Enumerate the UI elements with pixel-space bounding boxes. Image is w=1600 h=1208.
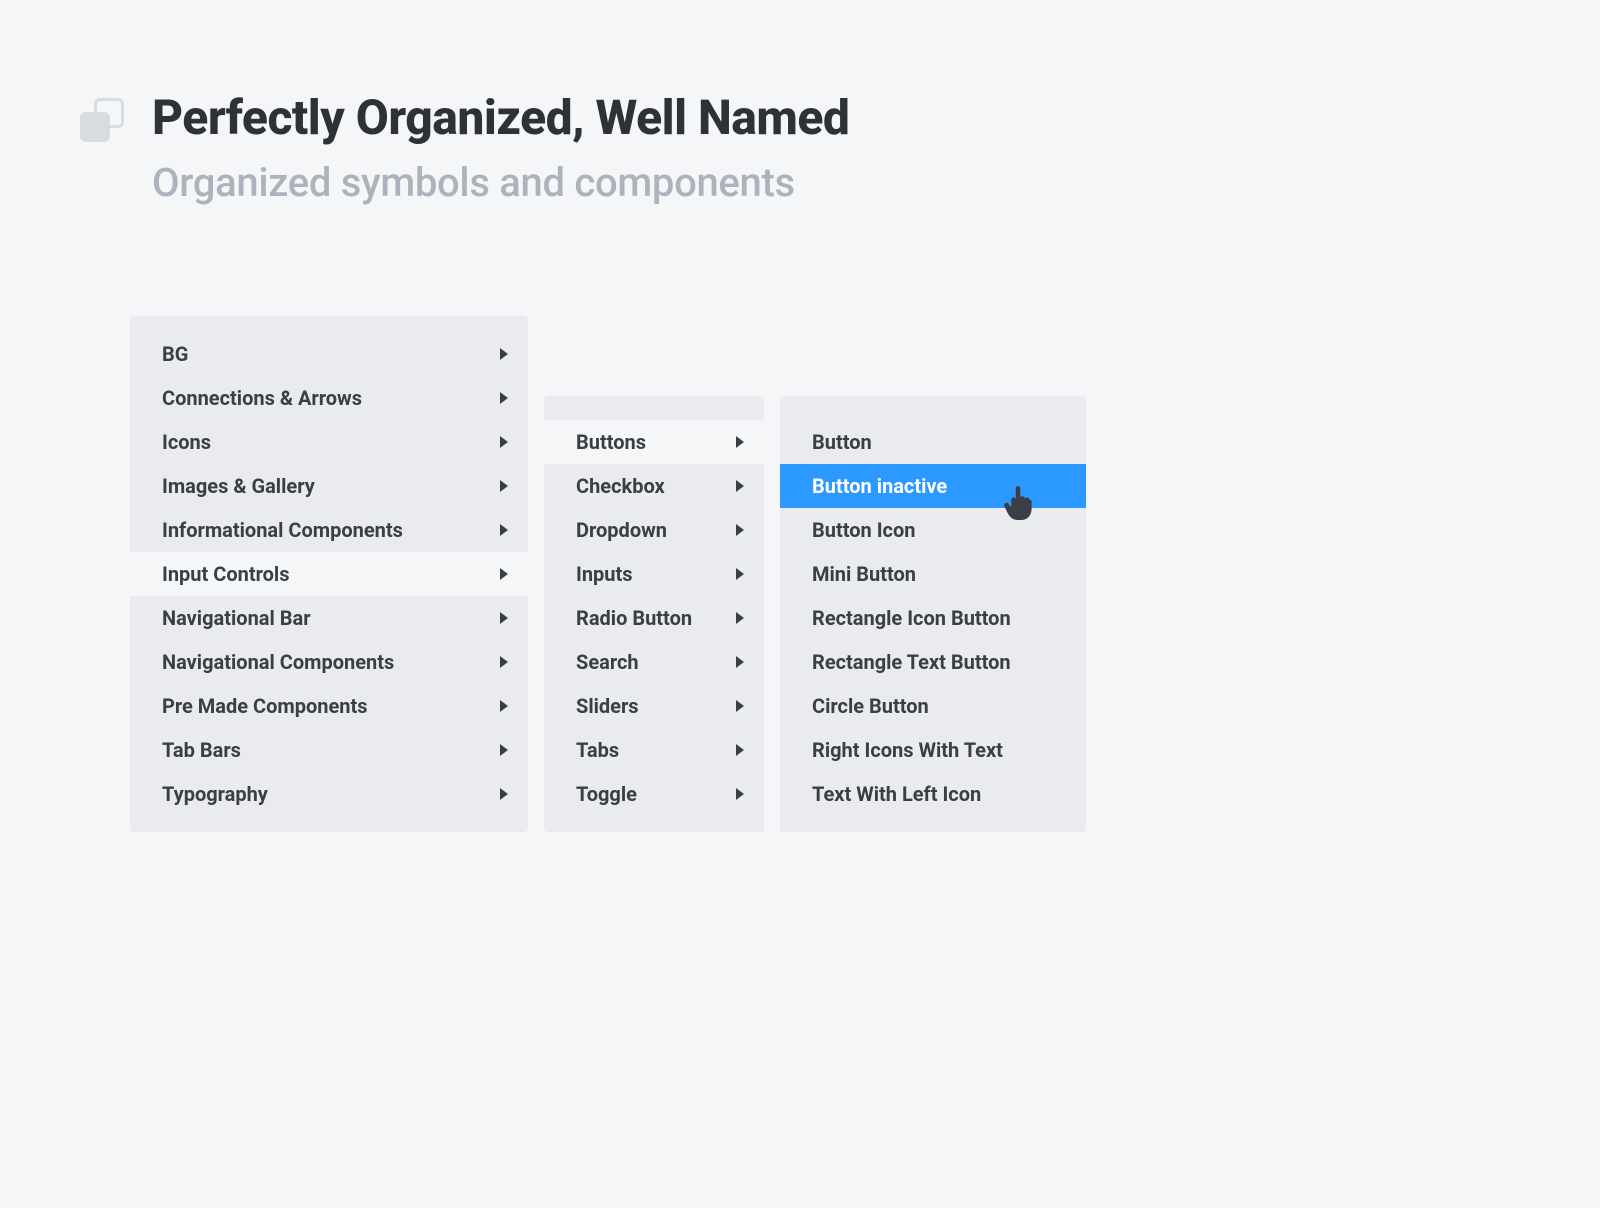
chevron-right-icon: [500, 480, 508, 492]
menu-item-label: Radio Button: [576, 606, 692, 630]
menu-item-label: Rectangle Icon Button: [812, 606, 1011, 630]
chevron-right-icon: [500, 656, 508, 668]
chevron-right-icon: [500, 524, 508, 536]
menu-item-button[interactable]: Button: [780, 420, 1086, 464]
menu-item-sliders[interactable]: Sliders: [544, 684, 764, 728]
menu-item-button-inactive[interactable]: Button inactive: [780, 464, 1086, 508]
menu-item-dropdown[interactable]: Dropdown: [544, 508, 764, 552]
menu-item-buttons[interactable]: Buttons: [544, 420, 764, 464]
chevron-right-icon: [736, 788, 744, 800]
menu-item-label: Text With Left Icon: [812, 782, 981, 806]
menu-item-label: Icons: [162, 430, 211, 454]
header-duplicate-icon: [80, 98, 124, 142]
menu-item-pre-made-components[interactable]: Pre Made Components: [130, 684, 528, 728]
menu-item-label: Circle Button: [812, 694, 929, 718]
menu-item-label: Search: [576, 650, 639, 674]
chevron-right-icon: [736, 700, 744, 712]
menu-item-label: Checkbox: [576, 474, 665, 498]
menu-item-right-icons-with-text[interactable]: Right Icons With Text: [780, 728, 1086, 772]
menu-item-label: Toggle: [576, 782, 637, 806]
menu-item-tabs[interactable]: Tabs: [544, 728, 764, 772]
menu-level-1: BG Connections & Arrows Icons Images & G…: [130, 316, 528, 832]
chevron-right-icon: [736, 744, 744, 756]
menu-item-label: Dropdown: [576, 518, 667, 542]
menu-item-label: Navigational Bar: [162, 606, 311, 630]
menu-item-input-controls[interactable]: Input Controls: [130, 552, 528, 596]
menu-item-label: Input Controls: [162, 562, 289, 586]
menu-item-circle-button[interactable]: Circle Button: [780, 684, 1086, 728]
chevron-right-icon: [736, 656, 744, 668]
menu-item-text-with-left-icon[interactable]: Text With Left Icon: [780, 772, 1086, 816]
menu-item-label: Pre Made Components: [162, 694, 368, 718]
chevron-right-icon: [500, 744, 508, 756]
menu-item-inputs[interactable]: Inputs: [544, 552, 764, 596]
menu-item-label: BG: [162, 342, 188, 366]
menu-item-label: Images & Gallery: [162, 474, 315, 498]
menu-item-label: Navigational Components: [162, 650, 394, 674]
menu-item-label: Rectangle Text Button: [812, 650, 1011, 674]
menu-item-label: Tab Bars: [162, 738, 241, 762]
menu-item-informational-components[interactable]: Informational Components: [130, 508, 528, 552]
menu-item-icons[interactable]: Icons: [130, 420, 528, 464]
menu-item-button-icon-variant[interactable]: Button Icon: [780, 508, 1086, 552]
menu-item-label: Button Icon: [812, 518, 915, 542]
menu-item-label: Typography: [162, 782, 268, 806]
menu-item-checkbox[interactable]: Checkbox: [544, 464, 764, 508]
menu-item-label: Connections & Arrows: [162, 386, 362, 410]
chevron-right-icon: [500, 436, 508, 448]
chevron-right-icon: [500, 392, 508, 404]
page-title: Perfectly Organized, Well Named: [152, 90, 849, 145]
page-header: Perfectly Organized, Well Named Organize…: [80, 90, 1520, 206]
menu-item-toggle[interactable]: Toggle: [544, 772, 764, 816]
chevron-right-icon: [500, 348, 508, 360]
menu-item-bg[interactable]: BG: [130, 332, 528, 376]
chevron-right-icon: [500, 700, 508, 712]
menu-item-mini-button[interactable]: Mini Button: [780, 552, 1086, 596]
menu-level-3: Button Button inactive Button Icon Mini …: [780, 396, 1086, 832]
chevron-right-icon: [500, 568, 508, 580]
chevron-right-icon: [500, 612, 508, 624]
menu-item-search[interactable]: Search: [544, 640, 764, 684]
menu-item-radio-button[interactable]: Radio Button: [544, 596, 764, 640]
menu-item-label: Tabs: [576, 738, 619, 762]
chevron-right-icon: [736, 436, 744, 448]
menu-item-tab-bars[interactable]: Tab Bars: [130, 728, 528, 772]
menu-item-label: Inputs: [576, 562, 633, 586]
chevron-right-icon: [500, 788, 508, 800]
menu-item-typography[interactable]: Typography: [130, 772, 528, 816]
menu-item-navigational-bar[interactable]: Navigational Bar: [130, 596, 528, 640]
menu-cascade: BG Connections & Arrows Icons Images & G…: [80, 316, 1520, 832]
menu-item-label: Mini Button: [812, 562, 916, 586]
menu-item-label: Button: [812, 430, 872, 454]
chevron-right-icon: [736, 568, 744, 580]
menu-item-label: Buttons: [576, 430, 646, 454]
menu-item-connections-arrows[interactable]: Connections & Arrows: [130, 376, 528, 420]
menu-item-label: Informational Components: [162, 518, 403, 542]
chevron-right-icon: [736, 480, 744, 492]
menu-item-label: Right Icons With Text: [812, 738, 1003, 762]
menu-item-rectangle-icon-button[interactable]: Rectangle Icon Button: [780, 596, 1086, 640]
menu-item-label: Sliders: [576, 694, 639, 718]
chevron-right-icon: [736, 612, 744, 624]
menu-item-rectangle-text-button[interactable]: Rectangle Text Button: [780, 640, 1086, 684]
menu-item-images-gallery[interactable]: Images & Gallery: [130, 464, 528, 508]
page-subtitle: Organized symbols and components: [152, 159, 849, 206]
menu-item-navigational-components[interactable]: Navigational Components: [130, 640, 528, 684]
menu-item-label: Button inactive: [812, 474, 947, 498]
chevron-right-icon: [736, 524, 744, 536]
menu-level-2: Buttons Checkbox Dropdown Inputs Radio B…: [544, 396, 764, 832]
